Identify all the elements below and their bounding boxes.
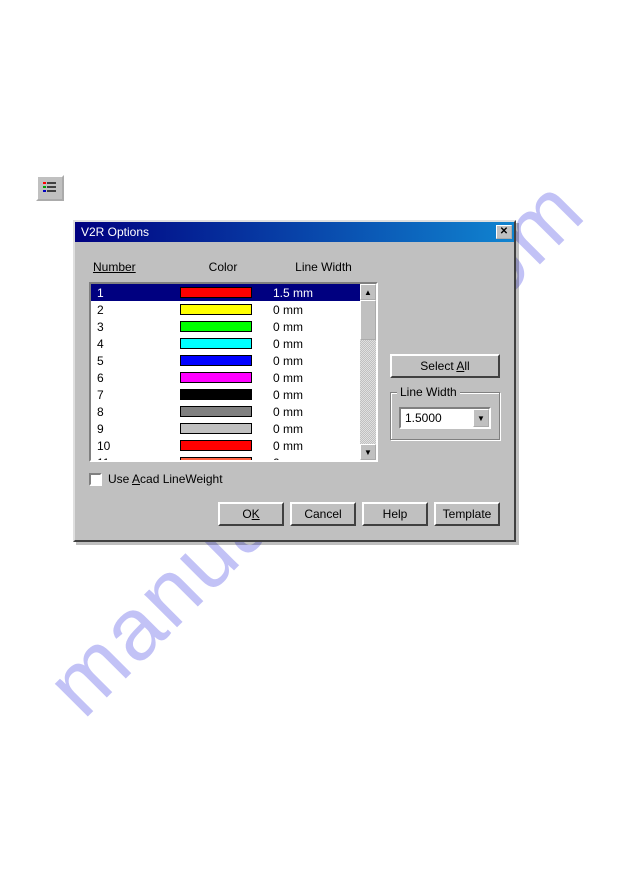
titlebar[interactable]: V2R Options ✕ — [75, 222, 514, 242]
ok-button[interactable]: OK — [218, 502, 284, 526]
row-color-cell — [171, 389, 261, 400]
row-color-cell — [171, 423, 261, 434]
color-swatch — [180, 338, 252, 349]
chevron-down-icon: ▼ — [477, 414, 485, 423]
list-row[interactable]: 6 0 mm — [91, 369, 360, 386]
row-line-width: 0 mm — [261, 422, 358, 436]
list-row[interactable]: 7 0 mm — [91, 386, 360, 403]
row-line-width: 0 mm — [261, 388, 358, 402]
color-swatch — [180, 389, 252, 400]
options-toolbar-icon[interactable] — [36, 175, 64, 201]
scroll-track[interactable] — [360, 300, 376, 444]
list-row[interactable]: 9 0 mm — [91, 420, 360, 437]
line-width-combo[interactable]: 1.5000 ▼ — [399, 407, 491, 429]
color-swatch — [180, 406, 252, 417]
window-title: V2R Options — [81, 225, 496, 239]
line-width-legend: Line Width — [397, 385, 460, 399]
list-row[interactable]: 2 0 mm — [91, 301, 360, 318]
row-number: 10 — [93, 439, 171, 453]
header-number: Number — [93, 260, 136, 274]
row-color-cell — [171, 355, 261, 366]
select-all-button[interactable]: Select All — [390, 354, 500, 378]
column-headers: Number Color Line Width — [89, 254, 378, 282]
row-color-cell — [171, 457, 261, 460]
list-row[interactable]: 1 1.5 mm — [91, 284, 360, 301]
row-line-width: 0 mm — [261, 456, 358, 461]
scroll-thumb[interactable] — [360, 300, 376, 340]
scroll-down-button[interactable]: ▼ — [360, 444, 376, 460]
header-line-width: Line Width — [273, 260, 374, 274]
row-number: 8 — [93, 405, 171, 419]
row-line-width: 0 mm — [261, 303, 358, 317]
row-line-width: 0 mm — [261, 337, 358, 351]
list-row[interactable]: 11 0 mm — [91, 454, 360, 460]
row-number: 11 — [93, 456, 171, 461]
list-row[interactable]: 4 0 mm — [91, 335, 360, 352]
header-color: Color — [173, 260, 273, 274]
combo-dropdown-button[interactable]: ▼ — [473, 409, 489, 427]
close-icon: ✕ — [500, 227, 508, 237]
row-color-cell — [171, 287, 261, 298]
row-number: 7 — [93, 388, 171, 402]
row-number: 9 — [93, 422, 171, 436]
row-number: 6 — [93, 371, 171, 385]
color-swatch — [180, 457, 252, 460]
v2r-options-dialog: V2R Options ✕ Number Color Line Width 11… — [73, 220, 516, 542]
row-number: 5 — [93, 354, 171, 368]
row-color-cell — [171, 304, 261, 315]
row-color-cell — [171, 406, 261, 417]
color-swatch — [180, 355, 252, 366]
list-row[interactable]: 3 0 mm — [91, 318, 360, 335]
use-acad-checkbox[interactable] — [89, 473, 102, 486]
row-color-cell — [171, 321, 261, 332]
row-color-cell — [171, 440, 261, 451]
list-row[interactable]: 5 0 mm — [91, 352, 360, 369]
scrollbar[interactable]: ▲ ▼ — [360, 284, 376, 460]
use-acad-label: Use Acad LineWeight — [108, 472, 223, 486]
line-width-group: Line Width 1.5000 ▼ — [390, 392, 500, 440]
list-color-icon — [42, 181, 58, 195]
row-color-cell — [171, 338, 261, 349]
row-line-width: 0 mm — [261, 320, 358, 334]
close-button[interactable]: ✕ — [496, 225, 512, 239]
list-row[interactable]: 10 0 mm — [91, 437, 360, 454]
cancel-button[interactable]: Cancel — [290, 502, 356, 526]
help-button[interactable]: Help — [362, 502, 428, 526]
row-line-width: 0 mm — [261, 371, 358, 385]
row-number: 4 — [93, 337, 171, 351]
row-line-width: 0 mm — [261, 405, 358, 419]
list-row[interactable]: 8 0 mm — [91, 403, 360, 420]
template-button[interactable]: Template — [434, 502, 500, 526]
line-width-value: 1.5000 — [401, 409, 473, 427]
row-number: 1 — [93, 286, 171, 300]
row-color-cell — [171, 372, 261, 383]
row-line-width: 1.5 mm — [261, 286, 358, 300]
color-swatch — [180, 423, 252, 434]
color-swatch — [180, 304, 252, 315]
row-line-width: 0 mm — [261, 354, 358, 368]
row-number: 3 — [93, 320, 171, 334]
color-swatch — [180, 287, 252, 298]
color-swatch — [180, 440, 252, 451]
row-number: 2 — [93, 303, 171, 317]
color-swatch — [180, 372, 252, 383]
row-line-width: 0 mm — [261, 439, 358, 453]
scroll-up-button[interactable]: ▲ — [360, 284, 376, 300]
color-listbox[interactable]: 1 1.5 mm 2 0 mm 3 0 mm 4 0 mm 5 0 mm 6 0 mm 7 0 mm 8 0 … — [89, 282, 378, 462]
color-swatch — [180, 321, 252, 332]
